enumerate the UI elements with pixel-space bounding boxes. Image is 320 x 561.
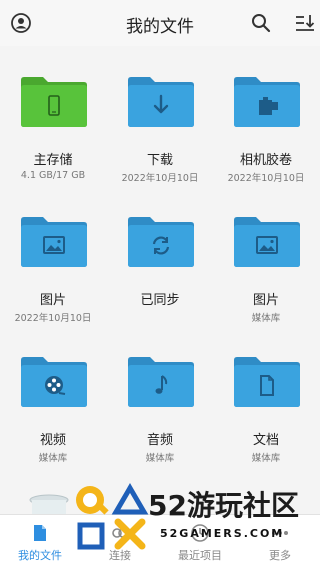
folder-subtitle: 2022年10月10日 bbox=[121, 173, 199, 184]
sort-icon[interactable] bbox=[294, 12, 316, 34]
folder-name: 下载 bbox=[146, 153, 173, 168]
folder-item[interactable]: 已同步 bbox=[107, 186, 213, 326]
folder-item[interactable]: 图片 媒体库 bbox=[213, 186, 319, 326]
link-icon bbox=[112, 528, 128, 538]
folder-item[interactable]: 下载 2022年10月10日 bbox=[107, 46, 213, 186]
folder-name: 文档 bbox=[252, 433, 279, 448]
folder-icon bbox=[128, 77, 194, 127]
folder-icon bbox=[234, 77, 300, 127]
folder-icon bbox=[128, 357, 194, 407]
folder-icon bbox=[21, 357, 87, 407]
folder-subtitle: 媒体库 bbox=[145, 453, 175, 464]
tab-label: 最近项目 bbox=[178, 549, 222, 561]
file-icon bbox=[34, 525, 46, 541]
folder-name: 音频 bbox=[146, 433, 173, 448]
folder-name: 已同步 bbox=[140, 293, 180, 308]
watermark-site: 52GAMERS.COM bbox=[160, 527, 285, 540]
folder-name: 图片 bbox=[252, 293, 279, 308]
folder-name: 相机胶卷 bbox=[239, 153, 292, 168]
folder-icon bbox=[21, 217, 87, 267]
folder-subtitle: 2022年10月10日 bbox=[14, 313, 92, 324]
folder-item[interactable]: 音频 媒体库 bbox=[107, 326, 213, 466]
folder-subtitle: 2022年10月10日 bbox=[227, 173, 305, 184]
tab-label: 更多 bbox=[269, 549, 291, 561]
folder-item[interactable]: 文档 媒体库 bbox=[213, 326, 319, 466]
folder-icon bbox=[234, 217, 300, 267]
top-bar: 我的文件 bbox=[0, 0, 320, 46]
folder-item[interactable]: 主存储 4.1 GB/17 GB bbox=[0, 46, 106, 186]
folder-item[interactable]: 相机胶卷 2022年10月10日 bbox=[213, 46, 319, 186]
folder-item[interactable]: 视频 媒体库 bbox=[0, 326, 106, 466]
tab-label: 连接 bbox=[109, 549, 131, 561]
watermark-brand: 52游玩社区 bbox=[148, 489, 299, 522]
folder-grid: 主存储 4.1 GB/17 GB 下载 2022年10月10日 相机胶卷 2022年10月… bbox=[0, 46, 320, 514]
trash-icon bbox=[29, 494, 69, 514]
folder-subtitle: 媒体库 bbox=[38, 453, 68, 464]
folder-subtitle: 媒体库 bbox=[251, 313, 281, 324]
search-icon[interactable] bbox=[250, 12, 272, 34]
tab-my-files[interactable]: 我的文件 bbox=[0, 515, 80, 561]
folder-name: 图片 bbox=[39, 293, 66, 308]
folder-name: 主存储 bbox=[33, 153, 73, 168]
folder-icon bbox=[128, 217, 194, 267]
folder-name: 视频 bbox=[39, 433, 66, 448]
folder-icon bbox=[234, 357, 300, 407]
folder-subtitle: 4.1 GB/17 GB bbox=[20, 170, 86, 181]
folder-icon bbox=[21, 77, 87, 127]
tab-label: 我的文件 bbox=[18, 549, 62, 561]
folder-subtitle: 媒体库 bbox=[251, 453, 281, 464]
page-title: 我的文件 bbox=[126, 17, 194, 37]
folder-item[interactable]: 图片 2022年10月10日 bbox=[0, 186, 106, 326]
